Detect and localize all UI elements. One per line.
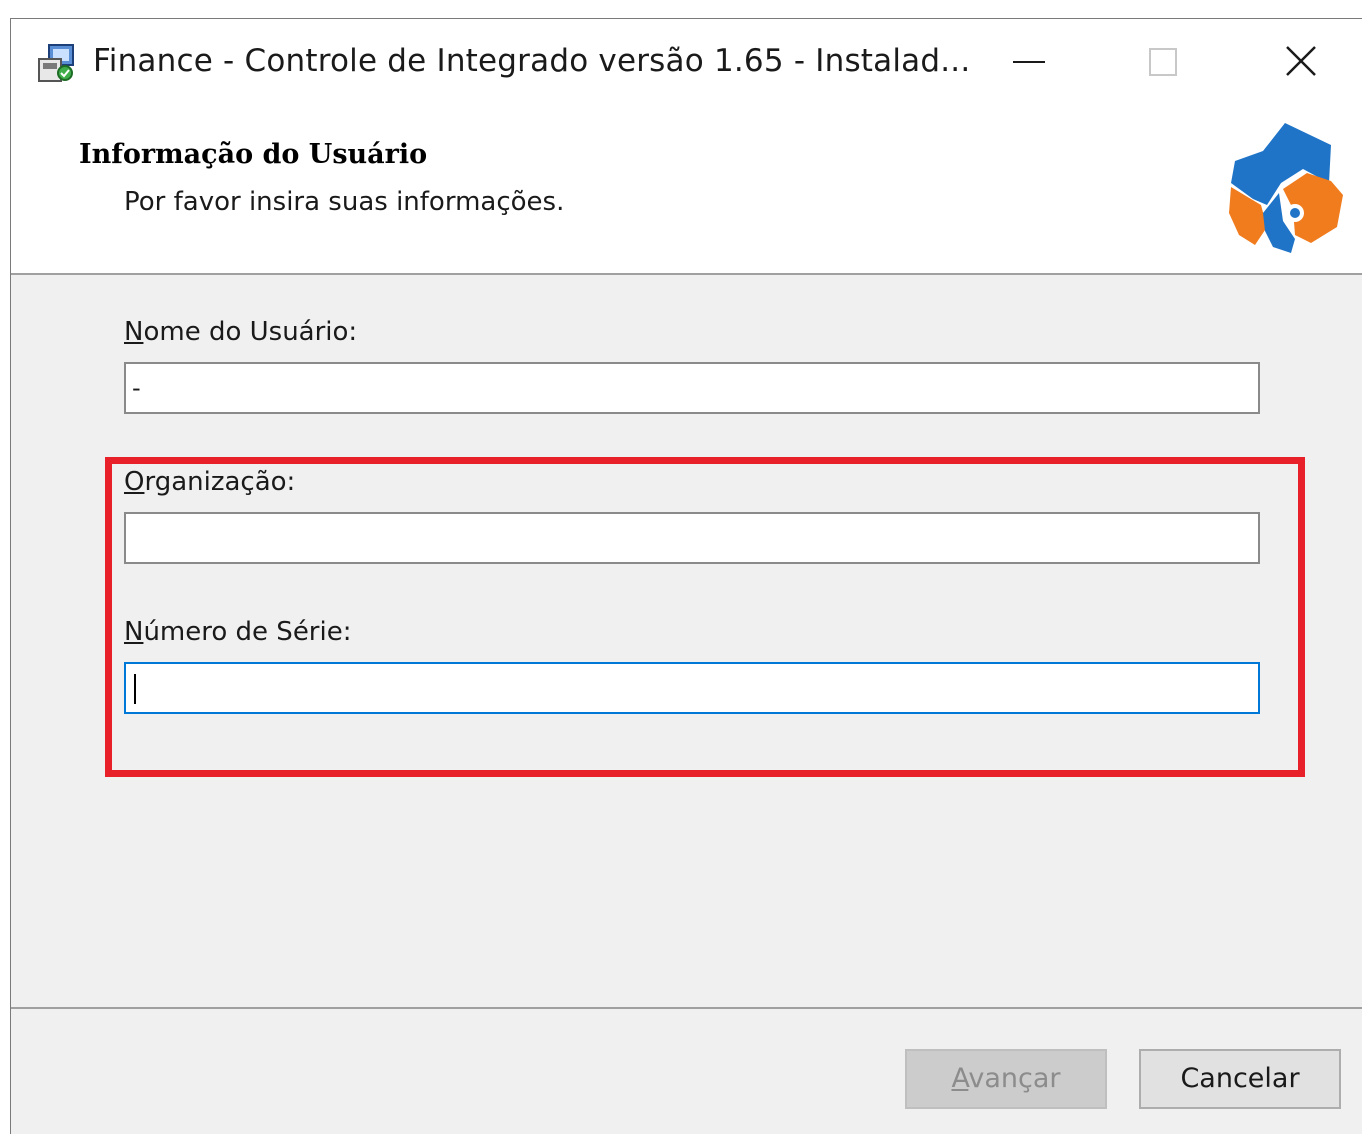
user-name-input[interactable]	[124, 362, 1260, 414]
title-bar[interactable]: Finance - Controle de Integrado versão 1…	[11, 19, 1362, 107]
window-title: Finance - Controle de Integrado versão 1…	[93, 43, 971, 79]
text-caret	[134, 674, 136, 704]
maximize-icon	[1149, 48, 1177, 76]
maximize-button[interactable]	[1127, 31, 1199, 93]
serial-number-input[interactable]	[124, 662, 1260, 714]
cancel-button[interactable]: Cancelar	[1139, 1049, 1341, 1109]
page-subtitle: Por favor insira suas informações.	[124, 187, 565, 217]
close-icon	[1286, 46, 1316, 76]
organization-input[interactable]	[124, 512, 1260, 564]
minimize-button[interactable]	[993, 31, 1065, 93]
organization-label: Organização:	[124, 467, 296, 497]
footer-divider	[11, 1007, 1362, 1009]
brand-logo-icon	[1229, 123, 1343, 253]
installer-app-icon	[38, 44, 74, 82]
wizard-header: Informação do Usuário Por favor insira s…	[11, 107, 1362, 275]
installer-window: Finance - Controle de Integrado versão 1…	[10, 18, 1362, 1134]
next-button[interactable]: Avançar	[905, 1049, 1107, 1109]
user-name-label: Nome do Usuário:	[124, 317, 358, 347]
desktop-background-strip	[0, 0, 1362, 18]
page-title: Informação do Usuário	[79, 139, 428, 170]
minimize-icon	[1013, 61, 1045, 63]
serial-number-label: Número de Série:	[124, 617, 352, 647]
close-button[interactable]	[1265, 31, 1337, 93]
